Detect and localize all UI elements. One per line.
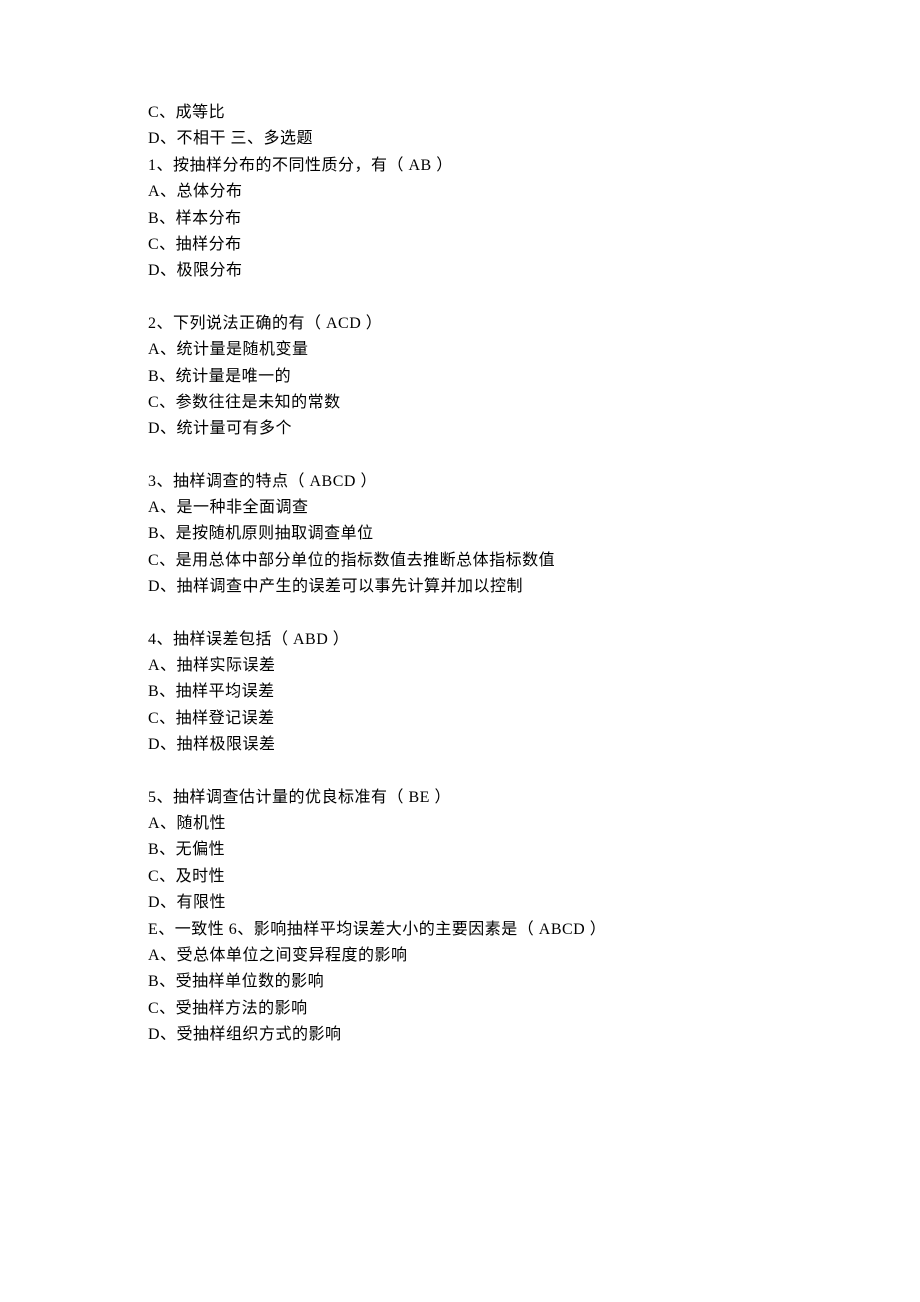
question-stem: 2、下列说法正确的有（ ACD ）: [148, 311, 772, 337]
question-option: C、及时性: [148, 864, 772, 890]
question-option: C、是用总体中部分单位的指标数值去推断总体指标数值: [148, 548, 772, 574]
spacer: [148, 601, 772, 627]
intro-option-d-section: D、不相干 三、多选题: [148, 126, 772, 152]
question-option: D、极限分布: [148, 258, 772, 284]
spacer: [148, 285, 772, 311]
question-option: D、受抽样组织方式的影响: [148, 1022, 772, 1048]
question-option: B、无偏性: [148, 837, 772, 863]
question-option: D、统计量可有多个: [148, 416, 772, 442]
question-option: A、总体分布: [148, 179, 772, 205]
question-option: E、一致性 6、影响抽样平均误差大小的主要因素是（ ABCD ）: [148, 917, 772, 943]
question-stem: 3、抽样调查的特点（ ABCD ）: [148, 469, 772, 495]
question-option: C、受抽样方法的影响: [148, 996, 772, 1022]
question-option: A、统计量是随机变量: [148, 337, 772, 363]
question-option: A、是一种非全面调查: [148, 495, 772, 521]
question-option: C、抽样分布: [148, 232, 772, 258]
question-option: D、抽样极限误差: [148, 732, 772, 758]
question-option: A、随机性: [148, 811, 772, 837]
question-stem: 5、抽样调查估计量的优良标准有（ BE ）: [148, 785, 772, 811]
question-option: B、统计量是唯一的: [148, 364, 772, 390]
question-option: A、抽样实际误差: [148, 653, 772, 679]
question-option: D、抽样调查中产生的误差可以事先计算并加以控制: [148, 574, 772, 600]
question-option: C、抽样登记误差: [148, 706, 772, 732]
question-option: B、是按随机原则抽取调查单位: [148, 521, 772, 547]
question-stem: 4、抽样误差包括（ ABD ）: [148, 627, 772, 653]
question-option: B、抽样平均误差: [148, 679, 772, 705]
question-option: C、参数往往是未知的常数: [148, 390, 772, 416]
spacer: [148, 443, 772, 469]
document-page: C、成等比 D、不相干 三、多选题 1、按抽样分布的不同性质分，有（ AB ） …: [0, 0, 920, 1049]
question-option: B、受抽样单位数的影响: [148, 969, 772, 995]
question-stem: 1、按抽样分布的不同性质分，有（ AB ）: [148, 153, 772, 179]
intro-option-c: C、成等比: [148, 100, 772, 126]
question-option: D、有限性: [148, 890, 772, 916]
spacer: [148, 759, 772, 785]
question-option: B、样本分布: [148, 206, 772, 232]
question-option: A、受总体单位之间变异程度的影响: [148, 943, 772, 969]
